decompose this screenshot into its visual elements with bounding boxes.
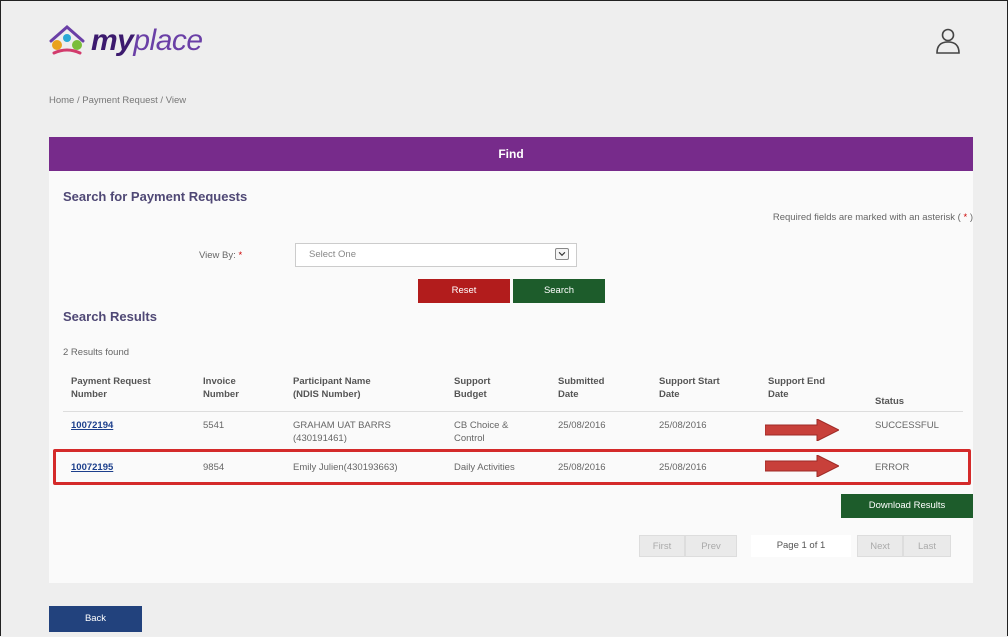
col-header-line: Date	[558, 389, 579, 400]
search-button[interactable]: Search	[513, 279, 605, 303]
support-budget-line: Control	[454, 433, 485, 444]
myplace-logo[interactable]: myplace	[47, 23, 203, 59]
pagination: First Prev Page 1 of 1 Next Last	[639, 535, 961, 559]
logo-my-text: my	[91, 24, 134, 57]
chevron-down-icon	[555, 248, 569, 260]
col-header-line: Budget	[454, 389, 487, 400]
col-header-line: Invoice	[203, 376, 236, 387]
col-header-line: Support	[454, 376, 491, 387]
invoice-number: 5541	[203, 420, 225, 431]
payment-request-link[interactable]: 10072194	[71, 419, 113, 432]
app-window: myplace Home / Payment Request / View Fi…	[0, 0, 1008, 636]
myplace-logo-icon	[49, 25, 85, 55]
logo-place-text: place	[133, 24, 203, 57]
col-header-line: Participant Name	[293, 376, 371, 387]
col-header-payment-request[interactable]: Payment Request Number	[71, 375, 151, 401]
status-badge: SUCCESSFUL	[875, 420, 939, 431]
support-budget: CB Choice & Control	[454, 419, 508, 445]
participant-name-line: Emily Julien(430193663)	[293, 462, 398, 473]
view-by-label-text: View By:	[199, 250, 236, 261]
pager-prev-button[interactable]: Prev	[685, 535, 737, 557]
required-note-asterisk: *	[960, 212, 970, 223]
pager-next-button[interactable]: Next	[857, 535, 903, 557]
support-start-date: 25/08/2016	[659, 462, 707, 473]
col-header-line: Number	[71, 389, 107, 400]
participant-name-line: GRAHAM UAT BARRS	[293, 420, 391, 431]
pager-last-button[interactable]: Last	[903, 535, 951, 557]
search-section-title: Search for Payment Requests	[63, 189, 248, 204]
col-header-support-start-date[interactable]: Support Start Date	[659, 375, 720, 401]
participant-name: Emily Julien(430193663)	[293, 461, 398, 474]
back-button[interactable]: Back	[49, 606, 142, 632]
user-icon[interactable]	[935, 27, 961, 55]
col-header-support-end-date[interactable]: Support End Date	[768, 375, 825, 401]
logo-text: myplace	[91, 24, 203, 58]
col-header-status[interactable]: Status	[875, 395, 904, 408]
col-header-line: Payment Request	[71, 376, 151, 387]
support-start-date: 25/08/2016	[659, 420, 707, 431]
col-header-line: Submitted	[558, 376, 605, 387]
payment-request-link[interactable]: 10072195	[71, 461, 113, 474]
table-divider	[63, 411, 963, 412]
view-by-selected-value: Select One	[309, 249, 356, 260]
submitted-date: 25/08/2016	[558, 462, 606, 473]
download-results-button[interactable]: Download Results	[841, 494, 973, 518]
invoice-number: 9854	[203, 462, 225, 473]
support-budget-line: Daily Activities	[454, 462, 515, 473]
col-header-line: Status	[875, 396, 905, 407]
status-badge: ERROR	[875, 462, 910, 473]
red-arrow-icon	[765, 419, 839, 441]
pager-first-button[interactable]: First	[639, 535, 685, 557]
breadcrumb[interactable]: Home / Payment Request / View	[49, 95, 186, 106]
col-header-line: Support End	[768, 376, 825, 387]
view-by-select[interactable]: Select One	[295, 243, 577, 267]
header: myplace	[1, 1, 1007, 79]
col-header-support-budget[interactable]: Support Budget	[454, 375, 490, 401]
col-header-invoice[interactable]: Invoice Number	[203, 375, 239, 401]
col-header-line: Number	[203, 389, 239, 400]
view-by-label: View By: *	[199, 250, 242, 261]
search-results-title: Search Results	[63, 309, 157, 324]
col-header-submitted-date[interactable]: Submitted Date	[558, 375, 604, 401]
participant-number-line: (430191461)	[293, 433, 347, 444]
col-header-line: (NDIS Number)	[293, 389, 361, 400]
required-fields-note: Required fields are marked with an aster…	[773, 212, 973, 223]
red-arrow-icon	[765, 455, 839, 477]
find-panel: Find Search for Payment Requests Require…	[49, 137, 973, 583]
required-note-prefix: Required fields are marked with an aster…	[772, 212, 961, 223]
support-budget: Daily Activities	[454, 461, 515, 474]
results-count: 2 Results found	[63, 347, 130, 358]
find-bar: Find	[49, 137, 973, 171]
participant-name: GRAHAM UAT BARRS (430191461)	[293, 419, 391, 445]
support-budget-line: CB Choice &	[454, 420, 509, 431]
required-note-suffix: )	[969, 212, 973, 223]
col-header-line: Date	[768, 389, 789, 400]
reset-button[interactable]: Reset	[418, 279, 510, 303]
col-header-line: Support Start	[659, 376, 720, 387]
submitted-date: 25/08/2016	[558, 420, 606, 431]
col-header-participant[interactable]: Participant Name (NDIS Number)	[293, 375, 371, 401]
page-indicator: Page 1 of 1	[751, 535, 851, 557]
view-by-asterisk: *	[238, 250, 243, 261]
col-header-line: Date	[659, 389, 680, 400]
